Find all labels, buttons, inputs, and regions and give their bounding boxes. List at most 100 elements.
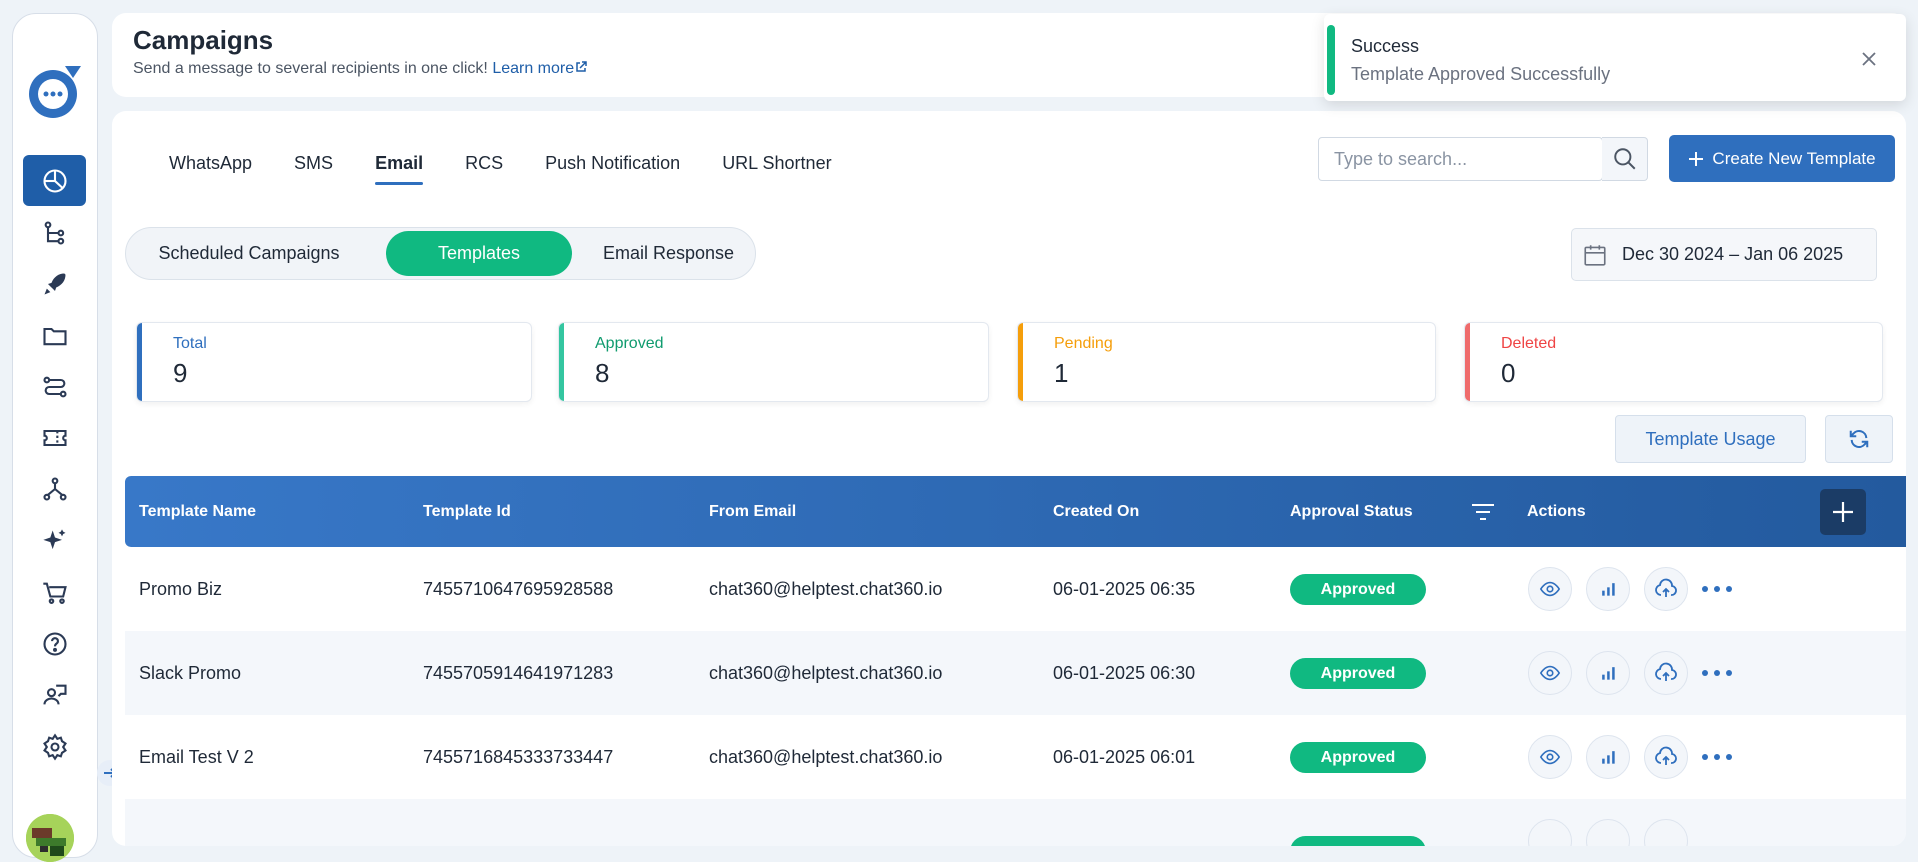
- more-dot: [1714, 586, 1720, 592]
- stat-value: 8: [595, 358, 610, 388]
- subtab-email-response[interactable]: Email Response: [581, 231, 756, 276]
- help-icon: [42, 631, 67, 656]
- more-dot: [1702, 586, 1708, 592]
- upload-button[interactable]: [1644, 735, 1688, 779]
- stat-label: Pending: [1054, 335, 1113, 352]
- refresh-button[interactable]: [1825, 415, 1893, 463]
- template-usage-button[interactable]: Template Usage: [1615, 415, 1806, 463]
- plus-icon: [1689, 151, 1704, 166]
- network-icon: [42, 476, 67, 501]
- more-dot: [1726, 670, 1732, 676]
- view-button[interactable]: [1528, 651, 1572, 695]
- stat-card-pending: Pending 1: [1017, 322, 1436, 402]
- rocket-icon: [44, 273, 65, 294]
- avatar[interactable]: [26, 814, 74, 862]
- table-row-partial[interactable]: [125, 799, 1906, 846]
- stat-label: Total: [173, 335, 207, 352]
- subtab-scheduled-campaigns[interactable]: Scheduled Campaigns: [129, 231, 369, 276]
- upload-button[interactable]: [1644, 819, 1688, 846]
- folder-icon: [42, 327, 67, 345]
- toast-accent: [1327, 25, 1335, 95]
- calendar-icon: [1584, 244, 1606, 266]
- analytics-button[interactable]: [1586, 651, 1630, 695]
- more-options-button[interactable]: [1702, 664, 1732, 682]
- cell-template-name: Email Test V 2: [139, 747, 254, 767]
- sidebar-item-agents[interactable]: [23, 669, 86, 720]
- search-input[interactable]: [1319, 138, 1599, 180]
- cell-created-on: 06-01-2025 06:30: [1053, 663, 1196, 683]
- chat-logo-icon[interactable]: [27, 64, 83, 120]
- filter-lines-icon: [1472, 504, 1494, 520]
- stat-accent: [1465, 323, 1470, 401]
- create-new-template-button[interactable]: Create New Template: [1669, 135, 1895, 182]
- tab-email[interactable]: Email: [354, 147, 444, 197]
- tab-push-notification[interactable]: Push Notification: [524, 147, 701, 197]
- date-range-picker[interactable]: Dec 30 2024 – Jan 06 2025: [1571, 228, 1877, 281]
- cell-from-email: chat360@helptest.chat360.io: [709, 747, 943, 767]
- sidebar-item-journeys[interactable]: [23, 361, 86, 412]
- column-header-template-id: Template Id: [423, 503, 511, 520]
- tab-sms[interactable]: SMS: [273, 147, 354, 197]
- analytics-button[interactable]: [1586, 819, 1630, 846]
- sparkles-icon: [42, 528, 65, 549]
- sidebar-item-ai[interactable]: [23, 515, 86, 566]
- tab-url-shortner[interactable]: URL Shortner: [701, 147, 852, 197]
- tab-whatsapp[interactable]: WhatsApp: [148, 147, 273, 197]
- column-header-actions: Actions: [1527, 503, 1586, 520]
- view-button[interactable]: [1528, 567, 1572, 611]
- date-range-label: Dec 30 2024 – Jan 06 2025: [1622, 244, 1844, 264]
- cell-from-email: chat360@helptest.chat360.io: [709, 663, 943, 683]
- eye-icon: [1539, 665, 1561, 681]
- refresh-icon: [1849, 430, 1869, 448]
- stat-label: Approved: [595, 335, 664, 352]
- table-row[interactable]: Slack Promo 7455705914641971283 chat360@…: [125, 631, 1906, 715]
- more-dot: [1726, 754, 1732, 760]
- stat-value: 1: [1054, 358, 1069, 388]
- more-dot: [1714, 754, 1720, 760]
- agent-icon: [42, 684, 67, 704]
- sidebar-item-integrations[interactable]: [23, 463, 86, 514]
- view-button[interactable]: [1528, 735, 1572, 779]
- more-dot: [1702, 754, 1708, 760]
- more-dot: [1726, 586, 1732, 592]
- filter-icon[interactable]: [1470, 501, 1496, 523]
- learn-more-link[interactable]: Learn more: [492, 60, 588, 77]
- upload-button[interactable]: [1644, 651, 1688, 695]
- sidebar-item-flows[interactable]: [23, 207, 86, 258]
- success-toast: Success Template Approved Successfully: [1324, 14, 1906, 101]
- view-button[interactable]: [1528, 819, 1572, 846]
- analytics-button[interactable]: [1586, 567, 1630, 611]
- close-icon[interactable]: [1860, 50, 1880, 70]
- sidebar-item-campaigns[interactable]: [23, 258, 86, 309]
- more-dot: [1702, 670, 1708, 676]
- search-field: [1318, 137, 1603, 181]
- column-header-template-name: Template Name: [139, 503, 257, 520]
- sidebar-item-settings[interactable]: [23, 721, 86, 772]
- sidebar-item-help[interactable]: [23, 618, 86, 669]
- sidebar-item-commerce[interactable]: [23, 567, 86, 618]
- cell-template-name: Promo Biz: [139, 579, 223, 599]
- sidebar-item-dashboard[interactable]: [23, 155, 86, 206]
- subtab-templates[interactable]: Templates: [386, 231, 572, 276]
- sidebar-item-files[interactable]: [23, 310, 86, 361]
- bar-chart-icon: [1602, 583, 1615, 596]
- add-column-button[interactable]: [1820, 489, 1866, 535]
- sidebar-item-tickets[interactable]: [23, 412, 86, 463]
- upload-button[interactable]: [1644, 567, 1688, 611]
- column-header-approval-status: Approval Status: [1290, 503, 1413, 520]
- route-icon: [42, 376, 67, 397]
- cloud-upload-icon: [1655, 662, 1677, 681]
- table-header: Template Name Template Id From Email Cre…: [125, 476, 1906, 547]
- create-new-template-label: Create New Template: [1712, 148, 1876, 168]
- table-row[interactable]: Promo Biz 7455710647695928588 chat360@he…: [125, 547, 1906, 631]
- stat-card-total: Total 9: [136, 322, 532, 402]
- analytics-button[interactable]: [1586, 735, 1630, 779]
- more-options-button[interactable]: [1702, 748, 1732, 766]
- search-icon: [1613, 148, 1635, 170]
- pie-chart-icon: [42, 168, 67, 193]
- eye-icon: [1539, 581, 1561, 597]
- table-row[interactable]: Email Test V 2 7455716845333733447 chat3…: [125, 715, 1906, 799]
- tab-rcs[interactable]: RCS: [444, 147, 524, 197]
- more-options-button[interactable]: [1702, 580, 1732, 598]
- search-button[interactable]: [1602, 137, 1648, 181]
